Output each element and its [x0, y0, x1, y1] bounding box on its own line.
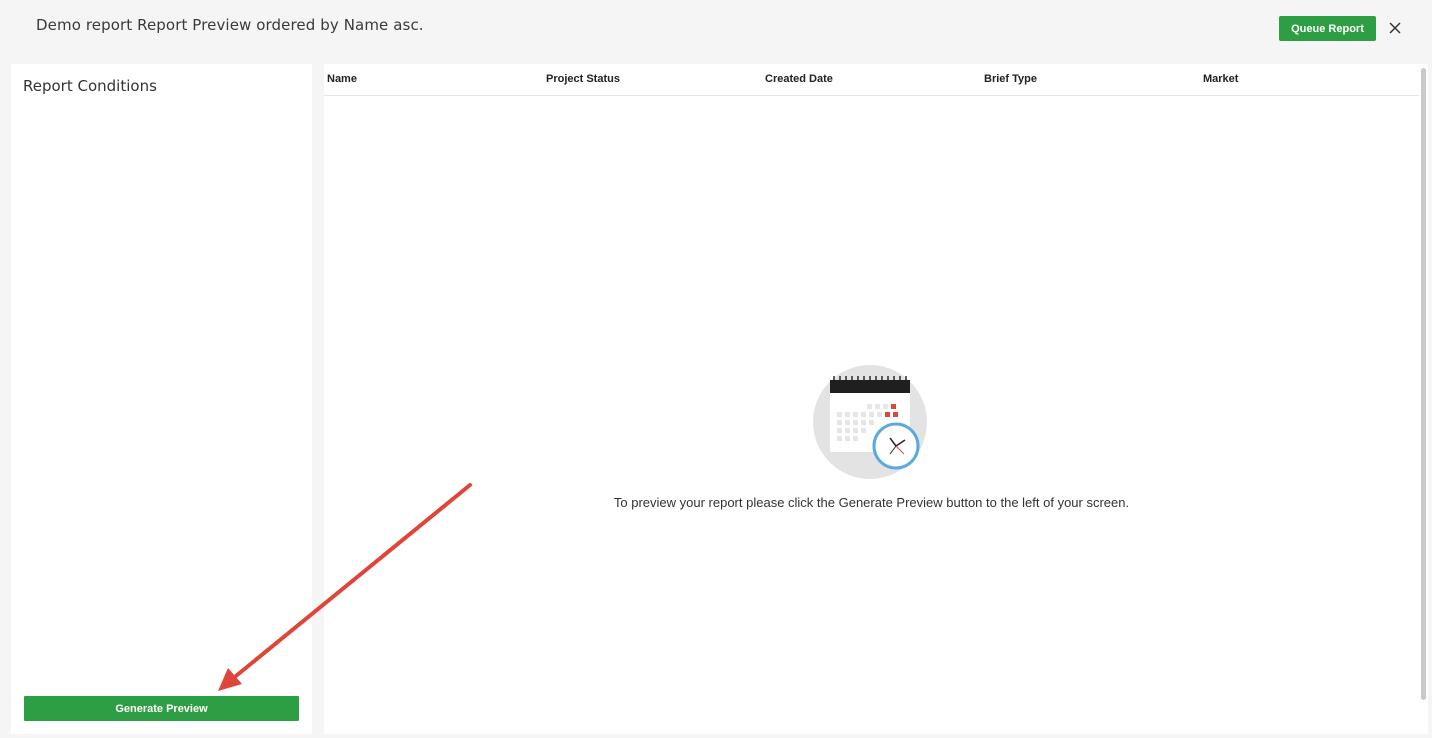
column-header-created-date[interactable]: Created Date [765, 73, 833, 85]
report-preview-panel: Name Project Status Created Date Brief T… [324, 64, 1428, 734]
close-icon[interactable] [1385, 18, 1405, 38]
queue-report-button[interactable]: Queue Report [1279, 16, 1376, 41]
column-header-project-status[interactable]: Project Status [546, 73, 620, 85]
report-header: Demo report Report Preview ordered by Na… [0, 0, 1432, 56]
empty-state-message: To preview your report please click the … [613, 495, 1130, 510]
report-conditions-panel: Report Conditions Generate Preview [11, 64, 312, 734]
column-header-name[interactable]: Name [327, 73, 357, 85]
page-title: Demo report Report Preview ordered by Na… [36, 16, 424, 34]
calendar-clock-icon [812, 364, 928, 480]
report-conditions-title: Report Conditions [23, 77, 157, 95]
column-header-market[interactable]: Market [1203, 73, 1238, 85]
generate-preview-button[interactable]: Generate Preview [24, 696, 299, 721]
table-header: Name Project Status Created Date Brief T… [324, 64, 1419, 96]
column-header-brief-type[interactable]: Brief Type [984, 73, 1037, 85]
vertical-scrollbar[interactable] [1421, 68, 1426, 700]
